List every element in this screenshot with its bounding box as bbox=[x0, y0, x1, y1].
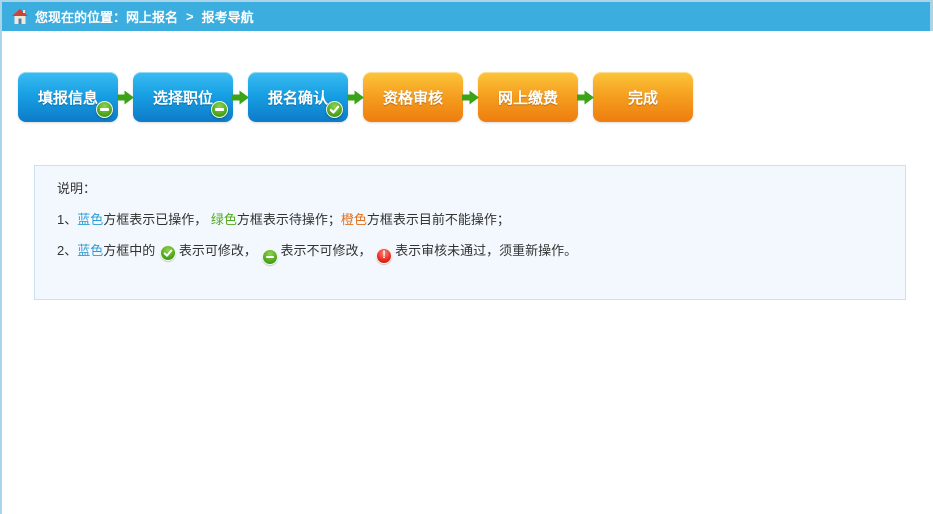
breadcrumb-prefix: 您现在的位置： bbox=[35, 7, 126, 26]
arrow-right-icon bbox=[347, 89, 364, 106]
legend-line-1: 1、蓝色方框表示已操作， 绿色方框表示待操作；橙色方框表示目前不能操作； bbox=[57, 211, 885, 229]
legend-line-number: 1、 bbox=[57, 212, 77, 227]
step-complete[interactable]: 完成 bbox=[593, 72, 693, 122]
check-icon bbox=[160, 245, 176, 261]
arrow-right-icon bbox=[462, 89, 479, 106]
step-select-position[interactable]: 选择职位 bbox=[133, 72, 233, 122]
legend-text: 表示审核未通过，须重新操作。 bbox=[395, 243, 577, 258]
breadcrumb-bar: 您现在的位置： 网上报名 > 报考导航 bbox=[2, 0, 933, 31]
legend-line-2: 2、蓝色方框中的 表示可修改， 表示不可修改， !表示审核未通过，须重新操作。 bbox=[57, 242, 885, 265]
legend-text: 表示不可修改， bbox=[281, 243, 376, 258]
step-qualification-review[interactable]: 资格审核 bbox=[363, 72, 463, 122]
legend-word-green: 绿色 bbox=[211, 212, 237, 227]
legend-text: 方框表示已操作， bbox=[103, 212, 211, 227]
minus-icon bbox=[262, 249, 278, 265]
step-label: 资格审核 bbox=[383, 87, 443, 108]
legend-title: 说明： bbox=[57, 180, 885, 198]
step-label: 网上缴费 bbox=[498, 87, 558, 108]
legend-box: 说明： 1、蓝色方框表示已操作， 绿色方框表示待操作；橙色方框表示目前不能操作；… bbox=[34, 165, 906, 300]
step-label: 填报信息 bbox=[38, 87, 98, 108]
page: 您现在的位置： 网上报名 > 报考导航 填报信息 选择职位 报名确认 bbox=[0, 0, 933, 514]
legend-text: 方框表示目前不能操作； bbox=[367, 212, 510, 227]
legend-text: 表示可修改， bbox=[179, 243, 261, 258]
breadcrumb-separator: > bbox=[186, 9, 194, 24]
legend-text: 方框中的 bbox=[103, 243, 159, 258]
breadcrumb-link-online-registration[interactable]: 网上报名 bbox=[126, 7, 178, 26]
home-icon bbox=[12, 9, 28, 24]
minus-icon bbox=[211, 101, 228, 118]
legend-word-orange: 橙色 bbox=[341, 212, 367, 227]
step-fill-information[interactable]: 填报信息 bbox=[18, 72, 118, 122]
step-online-payment[interactable]: 网上缴费 bbox=[478, 72, 578, 122]
legend-word-blue: 蓝色 bbox=[77, 243, 103, 258]
breadcrumb-current-exam-navigation[interactable]: 报考导航 bbox=[202, 7, 254, 26]
arrow-right-icon bbox=[117, 89, 134, 106]
legend-text: 方框表示待操作； bbox=[237, 212, 341, 227]
legend-word-blue: 蓝色 bbox=[77, 212, 103, 227]
registration-steps-flow: 填报信息 选择职位 报名确认 资格审核 网上缴费 bbox=[18, 72, 933, 122]
check-icon bbox=[326, 101, 343, 118]
step-registration-confirm[interactable]: 报名确认 bbox=[248, 72, 348, 122]
exclamation-icon: ! bbox=[376, 248, 392, 264]
step-label: 报名确认 bbox=[268, 87, 328, 108]
step-label: 完成 bbox=[628, 87, 658, 108]
arrow-right-icon bbox=[232, 89, 249, 106]
minus-icon bbox=[96, 101, 113, 118]
arrow-right-icon bbox=[577, 89, 594, 106]
step-label: 选择职位 bbox=[153, 87, 213, 108]
legend-line-number: 2、 bbox=[57, 243, 77, 258]
